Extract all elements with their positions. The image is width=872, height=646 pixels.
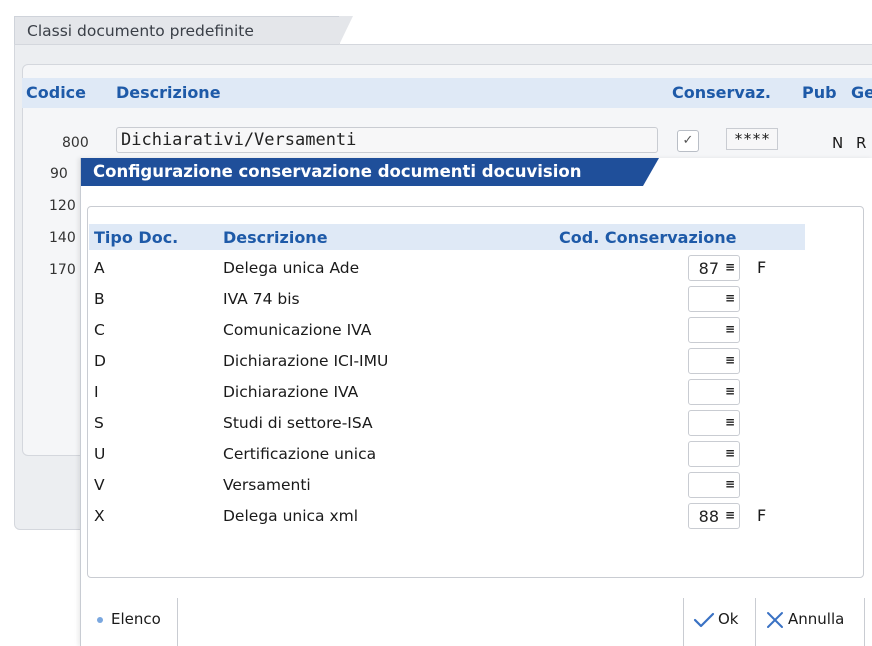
table-row[interactable]: I Dichiarazione IVA ≡ — [81, 379, 861, 410]
cell-descrizione: Studi di settore-ISA — [223, 414, 373, 432]
cod-conservazione-field[interactable]: 87 ≡ — [688, 255, 740, 281]
row-code-partial: 90 — [50, 166, 68, 182]
row-800-code: 800 — [62, 135, 89, 151]
row-code-partial: 140 — [49, 230, 76, 246]
conservazione-dialog: Configurazione conservazione documenti d… — [80, 158, 872, 646]
table-row[interactable]: V Versamenti ≡ — [81, 472, 861, 503]
table-row[interactable]: S Studi di settore-ISA ≡ — [81, 410, 861, 441]
column-header-cod-conservazione: Cod. Conservazione — [559, 228, 737, 247]
column-header-ge: Ge — [851, 83, 872, 102]
cell-tipo: D — [94, 352, 106, 370]
column-header-conservaz: Conservaz. — [672, 83, 772, 102]
menu-icon[interactable]: ≡ — [725, 322, 735, 336]
cell-descrizione: Delega unica xml — [223, 507, 359, 525]
menu-icon[interactable]: ≡ — [725, 353, 735, 367]
table-row[interactable]: U Certificazione unica ≡ — [81, 441, 861, 472]
row-800-ge: R — [856, 134, 867, 152]
table-row[interactable]: B IVA 74 bis ≡ — [81, 286, 861, 317]
cod-conservazione-field[interactable]: ≡ — [688, 379, 740, 405]
cell-flag: F — [757, 506, 767, 525]
cell-descrizione: IVA 74 bis — [223, 290, 300, 308]
cell-tipo: A — [94, 259, 105, 277]
check-icon[interactable]: ✓ — [677, 130, 699, 152]
ok-button[interactable]: Ok — [693, 610, 739, 629]
table-row[interactable]: C Comunicazione IVA ≡ — [81, 317, 861, 348]
elenco-button[interactable]: Elenco — [97, 610, 161, 628]
column-header-descrizione: Descrizione — [223, 228, 328, 247]
row-800-pub: N — [832, 134, 844, 152]
column-header-tipo-doc: Tipo Doc. — [94, 228, 179, 247]
cod-conservazione-field[interactable]: ≡ — [688, 286, 740, 312]
row-code-partial: 170 — [49, 262, 76, 278]
cell-tipo: C — [94, 321, 105, 339]
cod-conservazione-field[interactable]: ≡ — [688, 472, 740, 498]
menu-icon[interactable]: ≡ — [725, 477, 735, 491]
cod-conservazione-field[interactable]: ≡ — [688, 410, 740, 436]
cell-tipo: B — [94, 290, 105, 308]
table-row[interactable]: A Delega unica Ade 87 ≡ F — [81, 255, 861, 286]
cell-tipo: V — [94, 476, 105, 494]
cell-descrizione: Dichiarazione ICI-IMU — [223, 352, 389, 370]
menu-icon[interactable]: ≡ — [725, 384, 735, 398]
column-header-codice: Codice — [26, 83, 87, 102]
cell-tipo: I — [94, 383, 99, 401]
check-icon — [693, 612, 715, 627]
footer-divider — [177, 598, 178, 646]
row-800-conservaz-field[interactable]: **** — [726, 128, 778, 150]
menu-icon[interactable]: ≡ — [725, 291, 735, 305]
footer-divider — [683, 598, 684, 646]
annulla-button[interactable]: Annulla — [765, 610, 844, 629]
cod-conservazione-field[interactable]: 88 ≡ — [688, 503, 740, 529]
annulla-label: Annulla — [788, 610, 845, 628]
close-icon — [767, 611, 783, 628]
menu-icon[interactable]: ≡ — [725, 446, 735, 460]
cod-conservazione-field[interactable]: ≡ — [688, 317, 740, 343]
cod-value: 88 — [698, 507, 719, 526]
background-tab-title: Classi documento predefinite — [27, 22, 254, 40]
cell-descrizione: Certificazione unica — [223, 445, 377, 463]
footer-divider — [755, 598, 756, 646]
menu-icon[interactable]: ≡ — [725, 260, 735, 274]
dot-icon — [97, 616, 103, 623]
row-code-partial: 120 — [49, 198, 76, 214]
cod-value: 87 — [698, 259, 719, 278]
cell-descrizione: Comunicazione IVA — [223, 321, 372, 339]
background-tab[interactable]: Classi documento predefinite — [14, 16, 353, 45]
dialog-title: Configurazione conservazione documenti d… — [81, 158, 659, 186]
ok-label: Ok — [718, 610, 739, 628]
cell-tipo: X — [94, 507, 105, 525]
cell-descrizione: Dichiarazione IVA — [223, 383, 359, 401]
table-row[interactable]: X Delega unica xml 88 ≡ F — [81, 503, 861, 534]
cod-conservazione-field[interactable]: ≡ — [688, 441, 740, 467]
dialog-title-text: Configurazione conservazione documenti d… — [93, 162, 582, 181]
cell-descrizione: Delega unica Ade — [223, 259, 360, 277]
cell-flag: F — [757, 258, 767, 277]
cod-conservazione-field[interactable]: ≡ — [688, 348, 740, 374]
column-header-pub: Pub — [802, 83, 837, 102]
table-row[interactable]: D Dichiarazione ICI-IMU ≡ — [81, 348, 861, 379]
row-800-description-field[interactable]: Dichiarativi/Versamenti — [116, 127, 658, 153]
elenco-label: Elenco — [111, 610, 161, 628]
footer-divider — [864, 598, 865, 646]
cell-tipo: U — [94, 445, 106, 463]
cell-tipo: S — [94, 414, 104, 432]
cell-descrizione: Versamenti — [223, 476, 311, 494]
menu-icon[interactable]: ≡ — [725, 508, 735, 522]
column-header-descrizione: Descrizione — [116, 83, 221, 102]
menu-icon[interactable]: ≡ — [725, 415, 735, 429]
